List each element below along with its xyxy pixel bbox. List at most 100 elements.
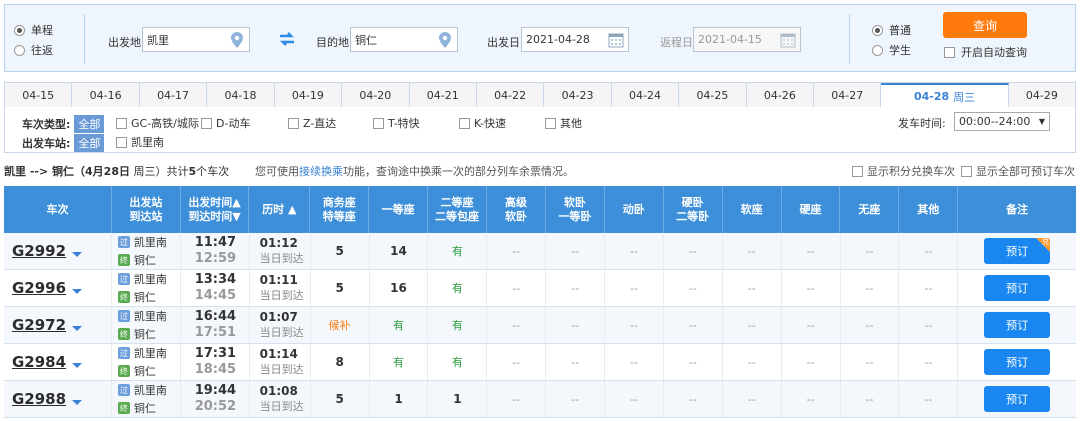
radio-icon <box>14 44 25 56</box>
type-checkbox-gc[interactable]: GC-高铁/城际 <box>116 115 199 131</box>
type-checkbox-z[interactable]: Z-直达 <box>288 115 336 131</box>
date-tab-04-29[interactable]: 04-29 <box>1008 83 1076 108</box>
depart-time: 11:47 <box>194 235 237 250</box>
checkbox-icon <box>961 165 972 177</box>
depart-date-input[interactable]: 2021-04-28 <box>521 27 629 52</box>
date-tab-04-19[interactable]: 04-19 <box>274 83 343 108</box>
date-tab-04-25[interactable]: 04-25 <box>679 83 747 108</box>
book-button[interactable]: 预订 兑 <box>984 238 1051 264</box>
column-header: 无座 <box>840 186 900 233</box>
station-name: 凯里南 <box>133 273 167 286</box>
expand-caret-icon[interactable] <box>72 399 83 405</box>
column-header[interactable]: 出发时间▲ 到达时间▼ <box>181 186 250 233</box>
type-checkbox-k[interactable]: K-快速 <box>459 115 506 131</box>
date-tab-04-21[interactable]: 04-21 <box>409 83 477 108</box>
date-tab-04-22[interactable]: 04-22 <box>476 83 545 108</box>
radio-icon <box>872 24 883 36</box>
station-checkbox-kailinan[interactable]: 凯里南 <box>116 134 164 150</box>
column-header: 软座 <box>723 186 782 233</box>
expand-caret-icon[interactable] <box>72 325 83 331</box>
date-tab-04-26[interactable]: 04-26 <box>746 83 815 108</box>
to-station: 终铜仁 <box>117 252 156 268</box>
date-tab-04-16[interactable]: 04-16 <box>72 83 140 108</box>
seat-empty: -- <box>924 355 933 369</box>
show-all-checkbox[interactable]: 显示全部可预订车次 <box>961 163 1075 179</box>
depart-time: 17:31 <box>194 346 237 361</box>
from-station: 过凯里南 <box>117 234 167 250</box>
book-label: 预订 <box>1006 245 1029 258</box>
book-button[interactable]: 预订 <box>984 349 1051 375</box>
expand-caret-icon[interactable] <box>72 288 83 294</box>
calendar-icon <box>780 33 796 48</box>
auto-query-checkbox[interactable]: 开启自动查询 <box>944 44 1027 60</box>
duration: 01:12 <box>259 236 298 250</box>
location-pin-icon <box>439 32 451 48</box>
train-type-label: 车次类型: <box>22 118 71 131</box>
seat-empty: -- <box>571 392 580 406</box>
depart-time-select[interactable]: 00:00--24:00 ▼ <box>954 112 1050 131</box>
checkbox-icon <box>288 117 299 129</box>
book-button[interactable]: 预订 <box>984 312 1051 338</box>
query-button[interactable]: 查询 <box>943 12 1027 38</box>
type-checkbox-other[interactable]: 其他 <box>545 115 582 131</box>
station-filter: 出发车站: 全部 <box>22 134 105 152</box>
table-row: G2984 过凯里南终铜仁 17:31 18:45 01:14 当日到达 8 有 有 -- -- --… <box>4 344 1076 381</box>
date-tab-04-17[interactable]: 04-17 <box>139 83 208 108</box>
train-number-link[interactable]: G2992 <box>12 242 66 260</box>
swap-icon[interactable] <box>278 32 296 46</box>
to-station: 终铜仁 <box>117 326 156 342</box>
date-tab-04-28[interactable]: 04-28 周三 <box>881 83 1009 108</box>
train-number-link[interactable]: G2988 <box>12 390 66 408</box>
divider <box>849 14 850 64</box>
book-button[interactable]: 预订 <box>984 386 1051 412</box>
column-header: 高级 软卧 <box>487 186 546 233</box>
seat-empty: -- <box>865 318 874 332</box>
book-button[interactable]: 预订 <box>984 275 1051 301</box>
date-tab-04-23[interactable]: 04-23 <box>544 83 612 108</box>
date-tab-04-20[interactable]: 04-20 <box>342 83 410 108</box>
seat-empty: -- <box>747 318 756 332</box>
seat-availability: 5 <box>335 392 344 406</box>
seat-availability: 有 <box>451 245 463 258</box>
end-station-badge: 终 <box>117 365 130 377</box>
duration: 01:11 <box>259 273 298 287</box>
transfer-link[interactable]: 接续换乘 <box>299 165 343 178</box>
type-checkbox-d[interactable]: D-动车 <box>201 115 250 131</box>
date-tab-04-15[interactable]: 04-15 <box>5 83 73 108</box>
train-number-link[interactable]: G2996 <box>12 279 66 297</box>
from-input[interactable]: 凯里 <box>142 27 250 52</box>
station-all-button[interactable]: 全部 <box>74 134 105 152</box>
trip-oneway-radio[interactable]: 单程 <box>14 22 53 38</box>
book-label: 预订 <box>1006 319 1029 332</box>
train-type-filter: 车次类型: 全部 <box>22 115 105 133</box>
to-input[interactable]: 铜仁 <box>350 27 458 52</box>
station-label: 出发车站: <box>22 137 71 150</box>
passenger-normal-radio[interactable]: 普通 <box>872 22 911 38</box>
seat-availability: 8 <box>335 355 344 369</box>
show-points-checkbox[interactable]: 显示积分兑换车次 <box>852 163 955 179</box>
train-number-link[interactable]: G2984 <box>12 353 66 371</box>
to-station: 终铜仁 <box>117 289 156 305</box>
seat-empty: -- <box>747 244 756 258</box>
column-header[interactable]: 历时 ▲ <box>249 186 311 233</box>
book-label: 预订 <box>1006 393 1029 406</box>
result-summary: 凯里 --> 铜仁（4月28日 周三）共计5个车次 <box>4 165 230 178</box>
arrive-time: 17:51 <box>194 325 237 340</box>
train-type-all-button[interactable]: 全部 <box>74 115 105 133</box>
date-tab-04-27[interactable]: 04-27 <box>814 83 882 108</box>
passenger-student-radio[interactable]: 学生 <box>872 42 911 58</box>
train-number-link[interactable]: G2972 <box>12 316 66 334</box>
seat-availability: 有 <box>451 319 463 332</box>
expand-caret-icon[interactable] <box>72 362 83 368</box>
expand-caret-icon[interactable] <box>72 251 83 257</box>
trip-roundtrip-radio[interactable]: 往返 <box>14 42 53 58</box>
duration: 01:07 <box>259 310 298 324</box>
arrive-time: 20:52 <box>194 399 237 414</box>
date-tab-04-24[interactable]: 04-24 <box>611 83 680 108</box>
return-date-input[interactable]: 2021-04-15 <box>693 27 801 52</box>
type-checkbox-t[interactable]: T-特快 <box>373 115 420 131</box>
seat-empty: -- <box>512 392 521 406</box>
date-tab-04-18[interactable]: 04-18 <box>207 83 275 108</box>
checkbox-icon <box>852 165 863 177</box>
table-header: 车次 出发站 到达站 出发时间▲ 到达时间▼ 历时 ▲ 商务座 特等座 一等座 二等座 二等包座 高级… <box>4 186 1076 233</box>
